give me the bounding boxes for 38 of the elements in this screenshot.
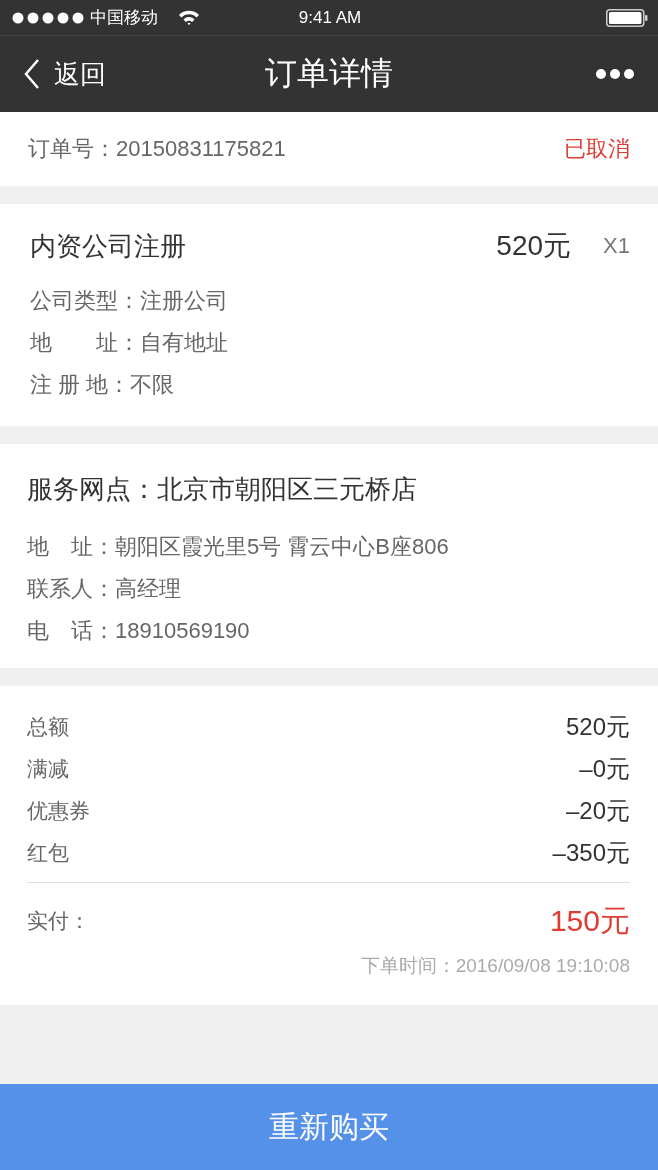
- signal-icon: [12, 11, 84, 24]
- more-icon[interactable]: [596, 69, 634, 79]
- field-label: 地 址：: [30, 329, 140, 357]
- field-value: 18910569190: [115, 618, 250, 644]
- back-icon: [24, 58, 40, 90]
- field-value: 朝阳区霞光里5号 霄云中心B座806: [115, 533, 449, 561]
- amount-value: –0元: [579, 754, 630, 784]
- field-value: 自有地址: [140, 329, 228, 357]
- back-button[interactable]: 返回: [24, 56, 106, 92]
- product-quantity: X1: [603, 233, 630, 259]
- order-status: 已取消: [564, 135, 630, 163]
- amount-value: 520元: [565, 712, 630, 742]
- page-title: 订单详情: [265, 55, 393, 91]
- order-time: 下单时间：2016/09/08 19:10:08: [360, 955, 630, 976]
- amount-label: 总额: [27, 714, 69, 740]
- field-label: 注 册 地：: [30, 371, 131, 399]
- field-label: 电 话：: [27, 617, 115, 645]
- service-title: 服务网点：北京市朝阳区三元桥店: [27, 472, 417, 506]
- field-value: 高经理: [115, 575, 181, 603]
- product-price: 520元: [496, 229, 572, 263]
- field-label: 公司类型：: [30, 287, 140, 315]
- amount-value: –350元: [552, 838, 630, 868]
- paid-label: 实付：: [27, 908, 90, 934]
- wifi-icon: [178, 9, 200, 26]
- amount-value: –20元: [565, 796, 630, 826]
- amount-label: 满减: [27, 756, 69, 782]
- order-number: 订单号：20150831175821: [28, 135, 286, 163]
- paid-amount: 150元: [549, 902, 630, 939]
- field-label: 地 址：: [27, 533, 115, 561]
- carrier-name: 中国移动: [90, 7, 158, 29]
- field-value: 注册公司: [140, 287, 228, 315]
- amount-label: 红包: [27, 840, 69, 866]
- status-time: 9:41 AM: [298, 7, 362, 27]
- field-label: 联系人：: [27, 575, 115, 603]
- field-value: 不限: [130, 371, 175, 399]
- product-name: 内资公司注册: [30, 229, 187, 263]
- battery-icon: [606, 8, 648, 27]
- amount-label: 优惠券: [27, 798, 90, 824]
